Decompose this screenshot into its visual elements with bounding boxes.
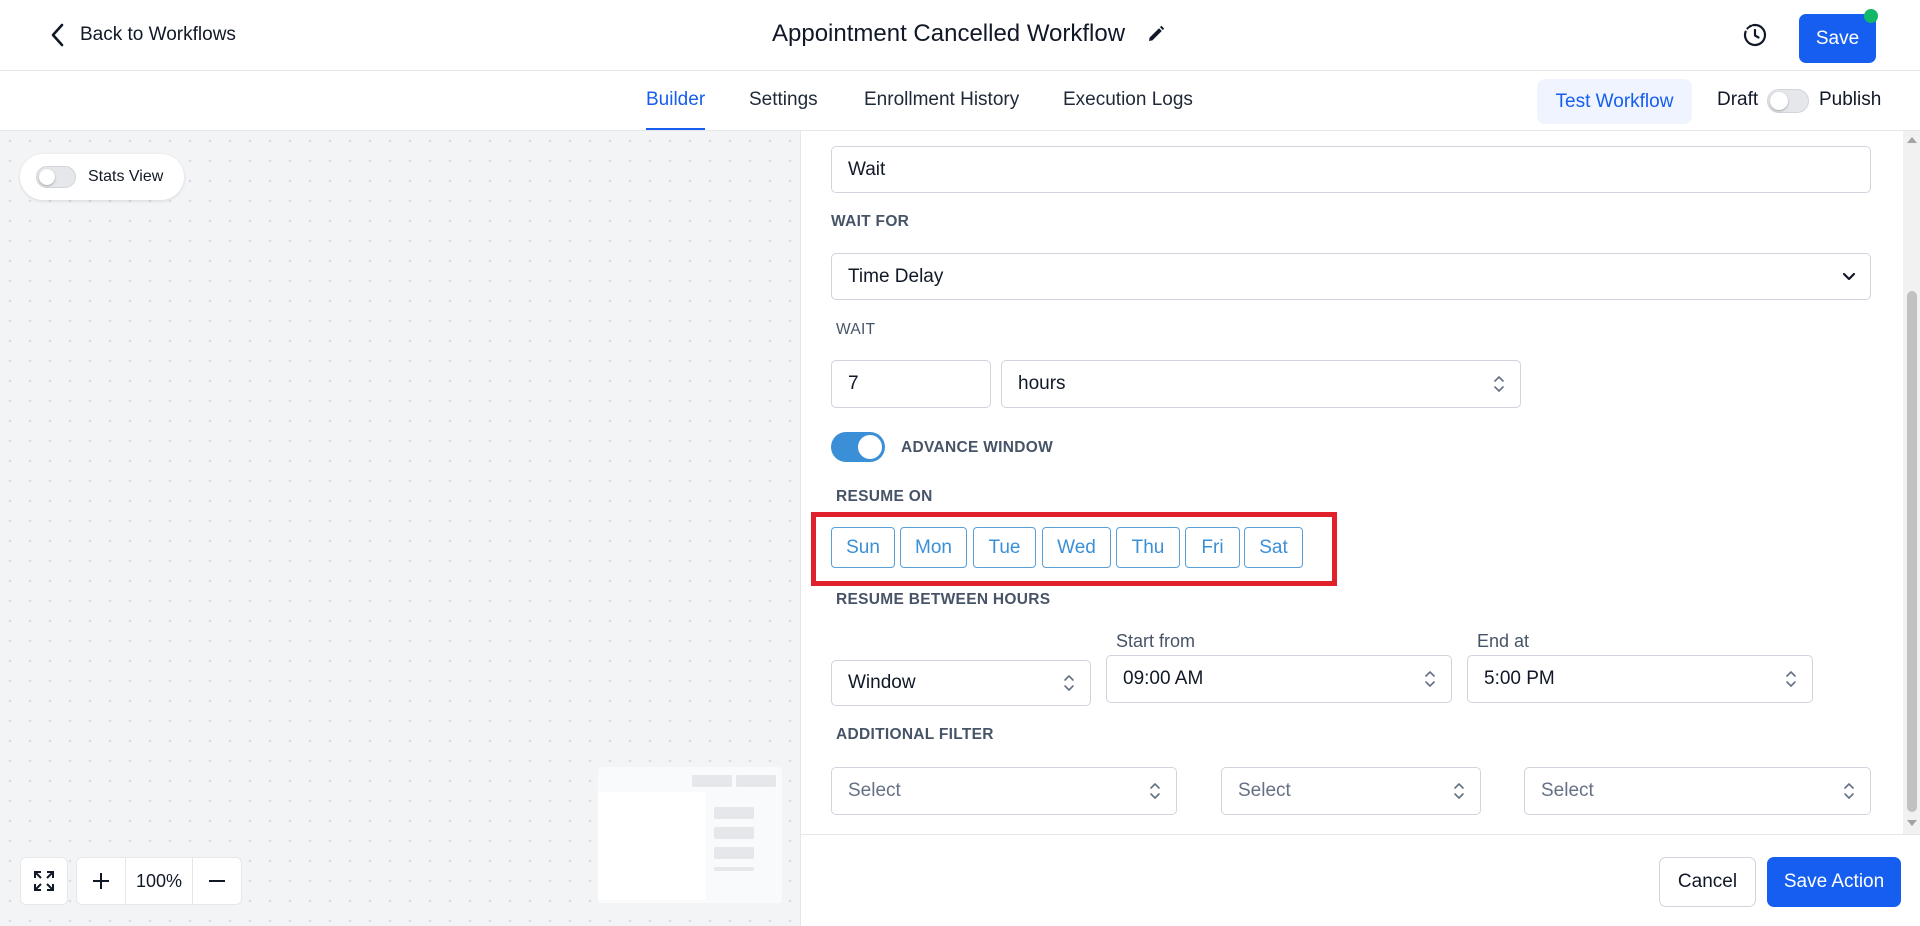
back-label: Back to Workflows [80,24,236,45]
scroll-up-arrow-icon[interactable] [1907,137,1917,143]
end-at-label: End at [1477,631,1530,651]
minimap-block [714,867,754,871]
zoom-stepper: 100% [76,857,242,905]
scroll-down-arrow-icon[interactable] [1907,820,1917,826]
day-sun-button[interactable]: Sun [831,527,895,568]
toggle-knob [39,169,55,185]
active-tab-indicator [646,128,705,130]
window-type-select[interactable]: Window [831,660,1091,706]
expand-icon [34,871,54,891]
minimap-block [714,807,754,819]
action-settings-panel: Wait WAIT FOR Time Delay WAIT 7 hours AD… [800,131,1920,926]
end-time-select[interactable]: 5:00 PM [1467,655,1813,703]
filter-select-1[interactable]: Select [831,767,1177,815]
chevron-updown-icon [1844,783,1854,799]
minimap-viewport [598,792,706,900]
minimap-block [692,775,732,787]
start-from-label: Start from [1116,631,1196,651]
resume-on-label: RESUME ON [836,488,933,505]
wait-for-value: Time Delay [848,265,944,287]
scrollbar-thumb[interactable] [1907,291,1917,812]
chevron-updown-icon [1425,671,1435,687]
unsaved-status-dot [1864,9,1878,23]
chevron-updown-icon [1064,675,1074,691]
action-form: Wait WAIT FOR Time Delay WAIT 7 hours AD… [801,131,1901,834]
advance-window-label: ADVANCE WINDOW [901,439,1054,456]
day-wed-button[interactable]: Wed [1042,527,1111,568]
back-to-workflows-link[interactable]: Back to Workflows [48,22,236,48]
save-action-button[interactable]: Save Action [1767,857,1901,907]
save-button[interactable]: Save [1799,14,1876,63]
cancel-button[interactable]: Cancel [1659,857,1756,907]
history-clock-icon [1743,23,1767,47]
stats-view-toggle-pill[interactable]: Stats View [20,154,184,200]
chevron-updown-icon [1494,376,1504,392]
filter-select-2[interactable]: Select [1221,767,1481,815]
workflow-title-text: Appointment Cancelled Workflow [772,20,1126,47]
action-name-input[interactable]: Wait [831,146,1871,193]
fit-view-button[interactable] [20,857,68,905]
wait-for-select[interactable]: Time Delay [831,253,1871,300]
chevron-updown-icon [1150,783,1160,799]
panel-scrollbar[interactable] [1903,131,1920,834]
workflow-canvas[interactable]: Stats View 100% [0,131,800,926]
end-time-value: 5:00 PM [1484,668,1555,689]
zoom-level: 100% [125,858,193,904]
zoom-in-button[interactable] [77,858,125,904]
day-mon-button[interactable]: Mon [900,527,967,568]
filter-placeholder: Select [1238,780,1291,801]
zoom-out-button[interactable] [193,858,241,904]
filter-placeholder: Select [848,780,901,801]
filter-select-3[interactable]: Select [1524,767,1871,815]
tab-enrollment-history[interactable]: Enrollment History [864,89,1019,111]
minimap-block [714,827,754,839]
day-tue-button[interactable]: Tue [973,527,1036,568]
tab-execution-logs[interactable]: Execution Logs [1063,89,1193,111]
workflow-title: Appointment Cancelled Workflow [772,20,1165,48]
wait-unit-value: hours [1018,373,1066,394]
top-header: Back to Workflows Appointment Cancelled … [0,0,1920,71]
chevron-updown-icon [1786,671,1796,687]
day-thu-button[interactable]: Thu [1116,527,1180,568]
advance-window-toggle[interactable] [831,432,885,462]
day-fri-button[interactable]: Fri [1185,527,1240,568]
wait-label: WAIT [836,321,876,338]
panel-footer: Cancel Save Action [801,834,1920,926]
minimap[interactable] [598,767,782,903]
tab-bar: Builder Settings Enrollment History Exec… [0,71,1920,131]
toggle-knob [1770,92,1788,110]
start-time-value: 09:00 AM [1123,668,1204,689]
minimap-block [736,775,776,787]
publish-toggle[interactable] [1767,89,1809,113]
chevron-updown-icon [1454,783,1464,799]
wait-for-label: WAIT FOR [831,213,910,230]
wait-amount-input[interactable]: 7 [831,360,991,408]
pencil-icon[interactable] [1147,25,1165,43]
day-sat-button[interactable]: Sat [1244,527,1303,568]
minimap-block [714,847,754,859]
window-type-value: Window [848,672,916,693]
history-button[interactable] [1740,20,1770,50]
toggle-knob [858,435,882,459]
chevron-left-icon [51,23,64,47]
test-workflow-button[interactable]: Test Workflow [1537,79,1692,124]
stats-view-label: Stats View [88,168,164,185]
plus-icon [93,873,109,889]
start-time-select[interactable]: 09:00 AM [1106,655,1452,703]
additional-filter-label: ADDITIONAL FILTER [836,726,994,743]
minus-icon [209,880,225,882]
chevron-down-icon [1842,272,1856,280]
tab-builder[interactable]: Builder [646,89,705,111]
tab-settings[interactable]: Settings [749,89,818,111]
draft-label: Draft [1717,89,1759,110]
stats-view-toggle[interactable] [36,166,76,188]
zoom-controls: 100% [20,857,242,905]
resume-between-hours-label: RESUME BETWEEN HOURS [836,591,1051,608]
publish-label: Publish [1819,89,1882,110]
wait-unit-select[interactable]: hours [1001,360,1521,408]
filter-placeholder: Select [1541,780,1594,801]
